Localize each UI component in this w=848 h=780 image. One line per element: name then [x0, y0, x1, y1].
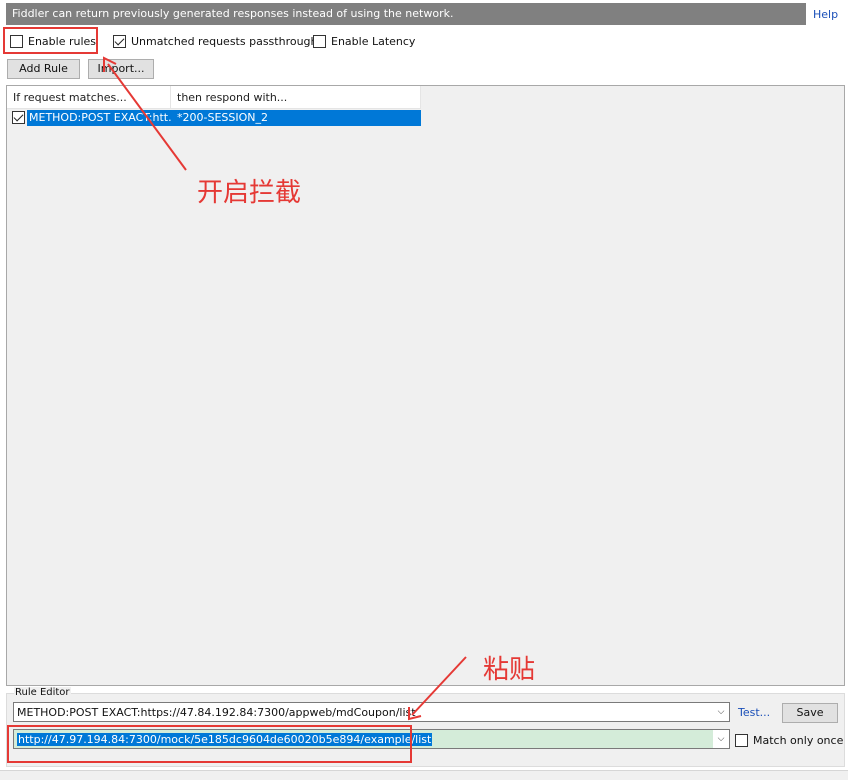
annotation-arrows — [103, 56, 467, 721]
paste-note: 粘贴 — [483, 655, 536, 685]
enable-rules-arrow-head — [103, 56, 117, 72]
enable-intercept-note: 开启拦截 — [197, 178, 302, 208]
paste-arrow-line — [411, 656, 467, 716]
enable-rules-arrow-line — [107, 63, 187, 171]
